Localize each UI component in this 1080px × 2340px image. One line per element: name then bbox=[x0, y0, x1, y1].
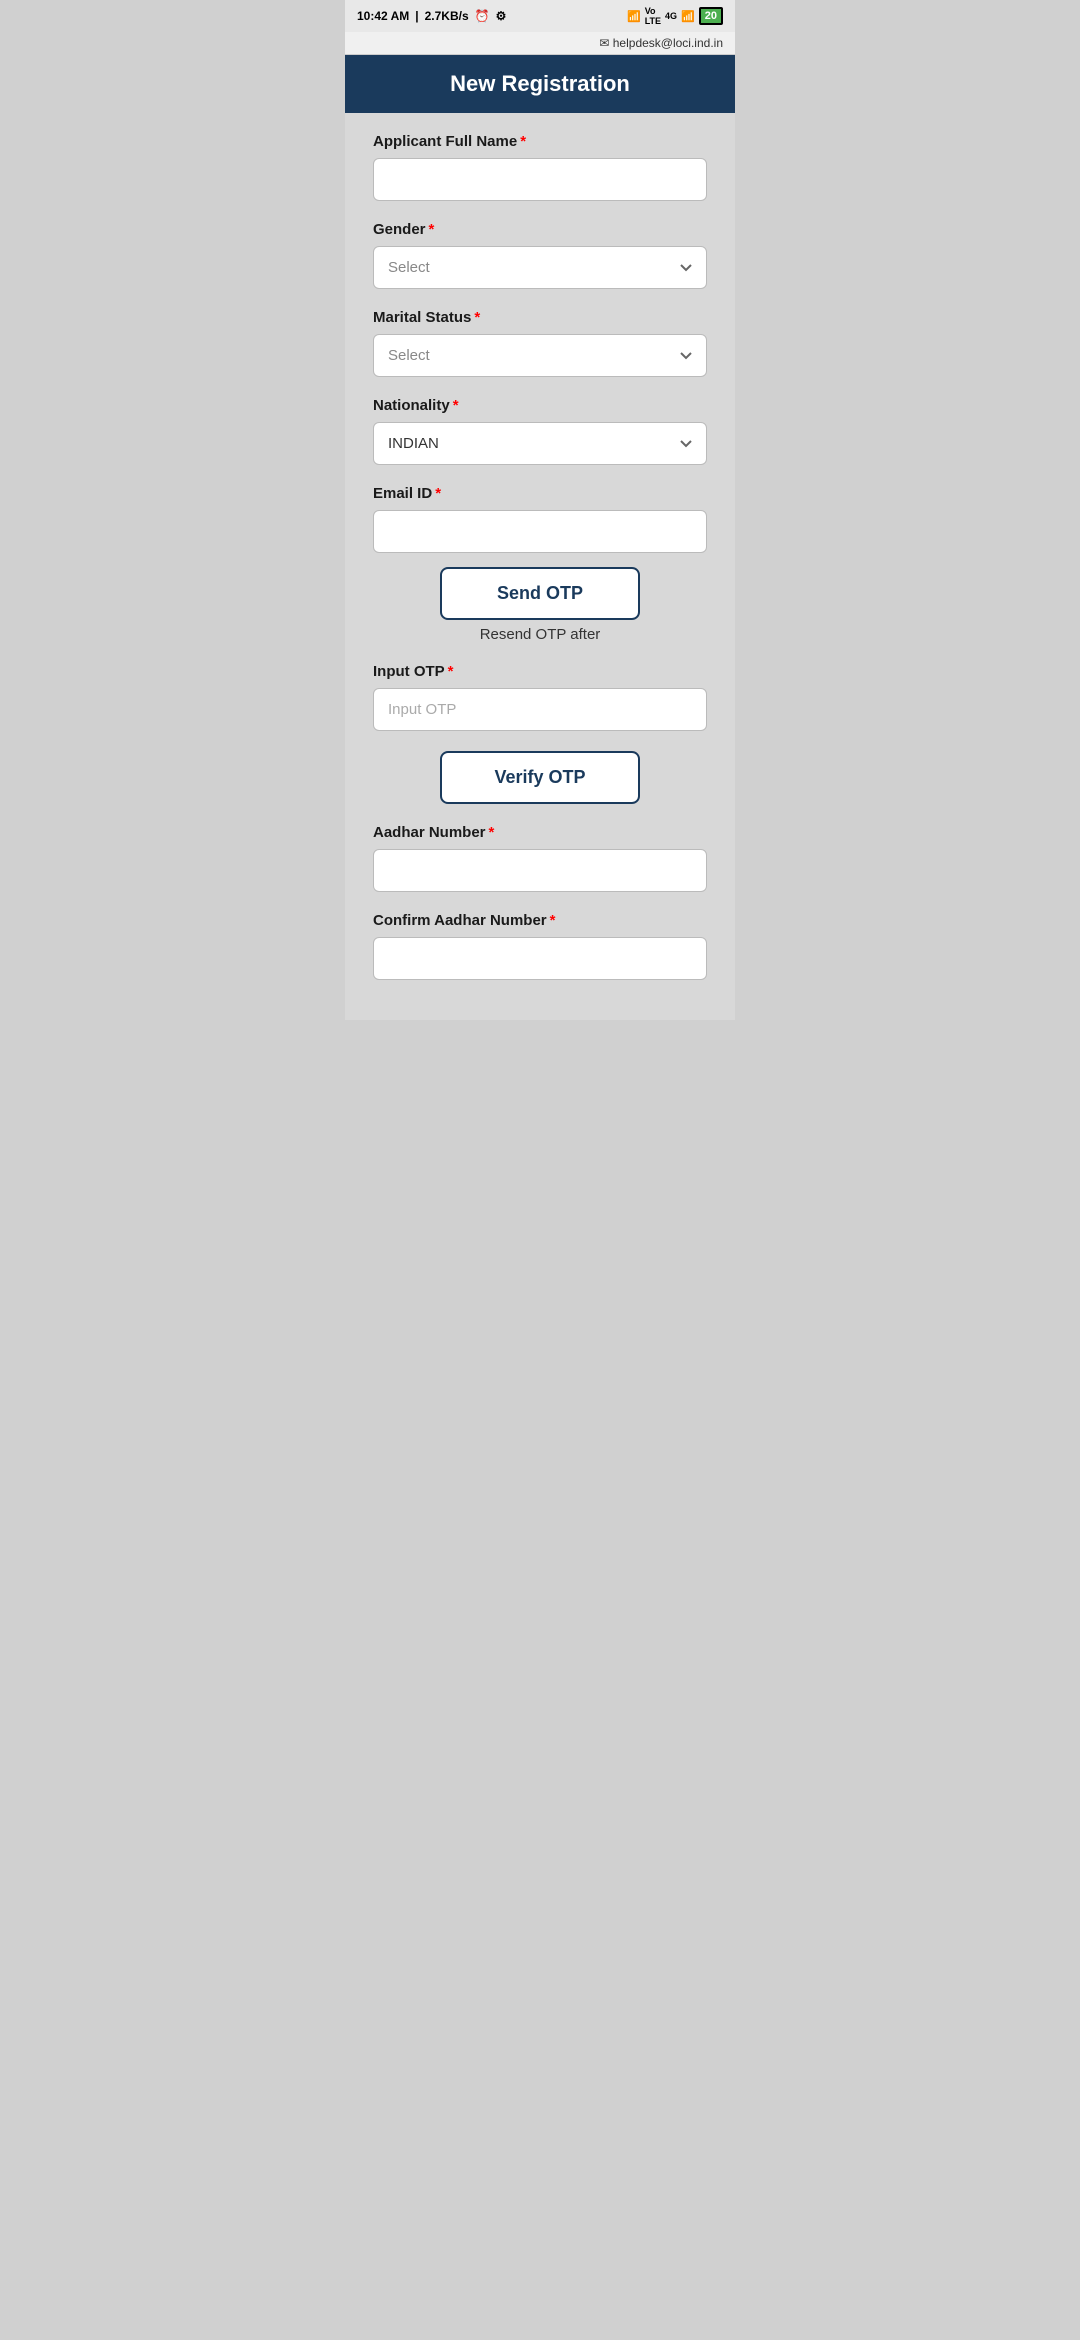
required-star-gender: * bbox=[429, 221, 435, 238]
marital-status-select[interactable]: Select Single Married Divorced Widowed bbox=[373, 334, 707, 377]
email-icon: ✉ bbox=[599, 36, 609, 50]
confirm-aadhar-label: Confirm Aadhar Number* bbox=[373, 912, 707, 929]
gender-select[interactable]: Select Male Female Other bbox=[373, 246, 707, 289]
data-speed: 2.7KB/s bbox=[425, 9, 469, 23]
resend-otp-text: Resend OTP after bbox=[373, 626, 707, 643]
marital-status-label: Marital Status* bbox=[373, 309, 707, 326]
required-star-email: * bbox=[435, 485, 441, 502]
verify-otp-button[interactable]: Verify OTP bbox=[440, 751, 640, 804]
form-container: Applicant Full Name* Gender* Select Male… bbox=[345, 113, 735, 1020]
helpdesk-bar: ✉ helpdesk@loci.ind.in bbox=[345, 32, 735, 55]
nationality-label: Nationality* bbox=[373, 397, 707, 414]
helpdesk-email: helpdesk@loci.ind.in bbox=[613, 36, 723, 50]
battery-indicator: 20 bbox=[699, 7, 723, 25]
required-star-nationality: * bbox=[453, 397, 459, 414]
settings-icon: ⚙ bbox=[496, 9, 507, 23]
required-star: * bbox=[520, 133, 526, 150]
email-id-label: Email ID* bbox=[373, 485, 707, 502]
status-right: 📶 VoLTE 4G 📶 20 bbox=[627, 6, 723, 26]
status-left: 10:42 AM | 2.7KB/s ⏰ ⚙ bbox=[357, 9, 506, 23]
applicant-name-input[interactable] bbox=[373, 158, 707, 201]
send-otp-button[interactable]: Send OTP bbox=[440, 567, 640, 620]
nationality-select[interactable]: INDIAN OTHER bbox=[373, 422, 707, 465]
required-star-aadhar: * bbox=[489, 824, 495, 841]
page-title: New Registration bbox=[450, 71, 630, 96]
alarm-icon: ⏰ bbox=[475, 9, 490, 23]
network-4g-icon: 4G bbox=[665, 11, 677, 21]
confirm-aadhar-group: Confirm Aadhar Number* bbox=[373, 912, 707, 980]
email-id-input[interactable] bbox=[373, 510, 707, 553]
required-star-confirm-aadhar: * bbox=[550, 912, 556, 929]
volte-icon: VoLTE bbox=[645, 6, 661, 26]
separator: | bbox=[415, 9, 418, 23]
required-star-marital: * bbox=[474, 309, 480, 326]
required-star-otp: * bbox=[448, 663, 454, 680]
aadhar-number-group: Aadhar Number* bbox=[373, 824, 707, 892]
confirm-aadhar-input[interactable] bbox=[373, 937, 707, 980]
email-id-group: Email ID* bbox=[373, 485, 707, 553]
time-display: 10:42 AM bbox=[357, 9, 409, 23]
nationality-group: Nationality* INDIAN OTHER bbox=[373, 397, 707, 465]
page-header: New Registration bbox=[345, 55, 735, 113]
signal-icon: 📶 bbox=[681, 10, 695, 23]
marital-status-group: Marital Status* Select Single Married Di… bbox=[373, 309, 707, 377]
input-otp-field[interactable] bbox=[373, 688, 707, 731]
status-bar: 10:42 AM | 2.7KB/s ⏰ ⚙ 📶 VoLTE 4G 📶 20 bbox=[345, 0, 735, 32]
input-otp-group: Input OTP* bbox=[373, 663, 707, 731]
input-otp-label: Input OTP* bbox=[373, 663, 707, 680]
aadhar-number-input[interactable] bbox=[373, 849, 707, 892]
aadhar-number-label: Aadhar Number* bbox=[373, 824, 707, 841]
wifi-icon: 📶 bbox=[627, 10, 641, 23]
applicant-name-group: Applicant Full Name* bbox=[373, 133, 707, 201]
gender-label: Gender* bbox=[373, 221, 707, 238]
gender-group: Gender* Select Male Female Other bbox=[373, 221, 707, 289]
applicant-name-label: Applicant Full Name* bbox=[373, 133, 707, 150]
